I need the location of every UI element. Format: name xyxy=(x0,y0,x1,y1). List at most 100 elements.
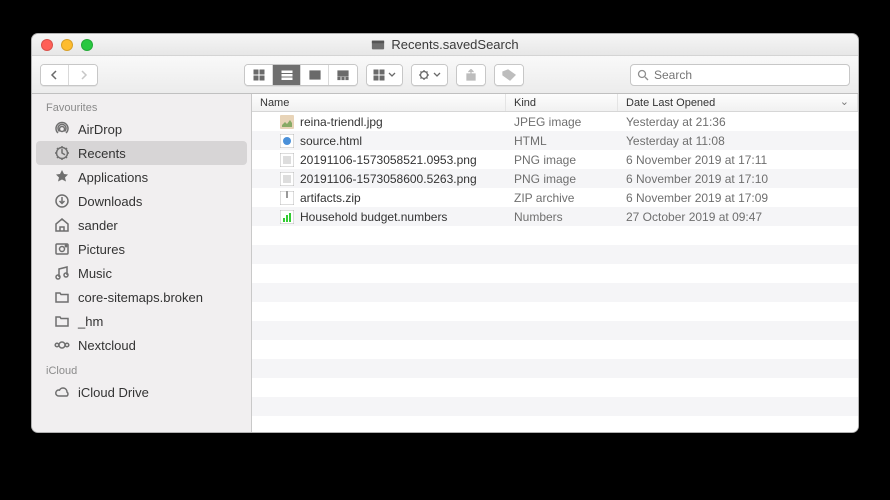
column-headers: Name Kind Date Last Opened xyxy=(252,94,858,112)
file-row[interactable]: reina-triendl.jpg JPEG imageYesterday at … xyxy=(252,112,858,131)
sidebar-item-label: Downloads xyxy=(78,194,142,209)
sidebar-item-label: sander xyxy=(78,218,118,233)
zoom-button[interactable] xyxy=(81,39,93,51)
file-date: 27 October 2019 at 09:47 xyxy=(618,210,858,224)
empty-row xyxy=(252,340,858,359)
sidebar-item-pictures[interactable]: Pictures xyxy=(36,237,247,261)
sidebar-item-applications[interactable]: Applications xyxy=(36,165,247,189)
sidebar-item-icloud-drive[interactable]: iCloud Drive xyxy=(36,380,247,404)
file-row[interactable]: Household budget.numbersNumbers27 Octobe… xyxy=(252,207,858,226)
empty-row xyxy=(252,264,858,283)
empty-row xyxy=(252,416,858,432)
file-name-cell: reina-triendl.jpg xyxy=(252,115,506,129)
empty-row xyxy=(252,359,858,378)
share-segment xyxy=(456,64,486,86)
png-file-icon xyxy=(280,172,294,186)
gallery-view-button[interactable] xyxy=(329,65,357,85)
sidebar-item-nextcloud[interactable]: Nextcloud xyxy=(36,333,247,357)
sidebar-item-label: AirDrop xyxy=(78,122,122,137)
file-row[interactable]: artifacts.zip ZIP archive6 November 2019 … xyxy=(252,188,858,207)
chevron-down-icon xyxy=(433,71,441,79)
tags-button[interactable] xyxy=(495,65,523,85)
content-area: Name Kind Date Last Opened reina-triendl… xyxy=(252,94,858,432)
file-name: source.html xyxy=(300,134,362,148)
column-view-button[interactable] xyxy=(301,65,329,85)
forward-button[interactable] xyxy=(69,65,97,85)
arrange-segment xyxy=(366,64,403,86)
html-file-icon xyxy=(280,134,294,148)
file-date: Yesterday at 21:36 xyxy=(618,115,858,129)
file-name: artifacts.zip xyxy=(300,191,361,205)
folder-icon xyxy=(54,313,70,329)
png-file-icon xyxy=(280,153,294,167)
finder-window: Recents.savedSearch xyxy=(31,33,859,433)
sidebar-item--hm[interactable]: _hm xyxy=(36,309,247,333)
sidebar-item-core-sitemaps-broken[interactable]: core-sitemaps.broken xyxy=(36,285,247,309)
pictures-icon xyxy=(54,241,70,257)
list-view-button[interactable] xyxy=(273,65,301,85)
file-date: Yesterday at 11:08 xyxy=(618,134,858,148)
sidebar-item-label: Recents xyxy=(78,146,126,161)
sidebar-item-sander[interactable]: sander xyxy=(36,213,247,237)
search-input[interactable] xyxy=(654,68,843,82)
empty-row xyxy=(252,302,858,321)
file-row[interactable]: 20191106-1573058521.0953.pngPNG image6 N… xyxy=(252,150,858,169)
folder-icon xyxy=(54,289,70,305)
saved-search-icon xyxy=(371,38,385,52)
close-button[interactable] xyxy=(41,39,53,51)
file-list[interactable]: reina-triendl.jpg JPEG imageYesterday at … xyxy=(252,112,858,432)
sidebar-resize-handle[interactable] xyxy=(248,94,252,432)
file-date: 6 November 2019 at 17:10 xyxy=(618,172,858,186)
numbers-file-icon xyxy=(280,210,294,224)
downloads-icon xyxy=(54,193,70,209)
sidebar-item-airdrop[interactable]: AirDrop xyxy=(36,117,247,141)
file-kind: HTML xyxy=(506,134,618,148)
view-mode-segment xyxy=(244,64,358,86)
minimize-button[interactable] xyxy=(61,39,73,51)
share-button[interactable] xyxy=(457,65,485,85)
airdrop-icon xyxy=(54,121,70,137)
sidebar-item-music[interactable]: Music xyxy=(36,261,247,285)
icon-view-button[interactable] xyxy=(245,65,273,85)
back-button[interactable] xyxy=(41,65,69,85)
empty-row xyxy=(252,283,858,302)
file-kind: ZIP archive xyxy=(506,191,618,205)
empty-row xyxy=(252,226,858,245)
jpg-file-icon xyxy=(280,115,294,129)
file-date: 6 November 2019 at 17:09 xyxy=(618,191,858,205)
file-row[interactable]: source.html HTMLYesterday at 11:08 xyxy=(252,131,858,150)
sidebar-item-downloads[interactable]: Downloads xyxy=(36,189,247,213)
file-row[interactable]: 20191106-1573058600.5263.pngPNG image6 N… xyxy=(252,169,858,188)
action-button[interactable] xyxy=(412,65,447,85)
file-name-cell: artifacts.zip xyxy=(252,191,506,205)
sidebar-item-label: Applications xyxy=(78,170,148,185)
file-name: reina-triendl.jpg xyxy=(300,115,383,129)
apps-icon xyxy=(54,169,70,185)
sidebar-section-label: Favourites xyxy=(32,94,251,117)
tags-segment xyxy=(494,64,524,86)
titlebar[interactable]: Recents.savedSearch xyxy=(32,34,858,56)
file-kind: JPEG image xyxy=(506,115,618,129)
search-field[interactable] xyxy=(630,64,850,86)
sidebar-item-recents[interactable]: Recents xyxy=(36,141,247,165)
file-kind: PNG image xyxy=(506,172,618,186)
file-name: 20191106-1573058521.0953.png xyxy=(300,153,477,167)
recents-icon xyxy=(54,145,70,161)
column-header-kind[interactable]: Kind xyxy=(506,94,618,111)
empty-row xyxy=(252,397,858,416)
arrange-button[interactable] xyxy=(367,65,402,85)
empty-row xyxy=(252,321,858,340)
file-name-cell: 20191106-1573058521.0953.png xyxy=(252,153,506,167)
window-title-text: Recents.savedSearch xyxy=(391,37,518,52)
sidebar-item-label: Pictures xyxy=(78,242,125,257)
window-body: Favourites AirDrop Recents Applications Down… xyxy=(32,94,858,432)
search-icon xyxy=(637,69,649,81)
nextcloud-icon xyxy=(54,337,70,353)
column-header-date[interactable]: Date Last Opened xyxy=(618,94,858,111)
sidebar-item-label: Music xyxy=(78,266,112,281)
sidebar[interactable]: Favourites AirDrop Recents Applications Down… xyxy=(32,94,252,432)
window-controls xyxy=(41,39,93,51)
music-icon xyxy=(54,265,70,281)
window-title: Recents.savedSearch xyxy=(371,37,518,52)
column-header-name[interactable]: Name xyxy=(252,94,506,111)
